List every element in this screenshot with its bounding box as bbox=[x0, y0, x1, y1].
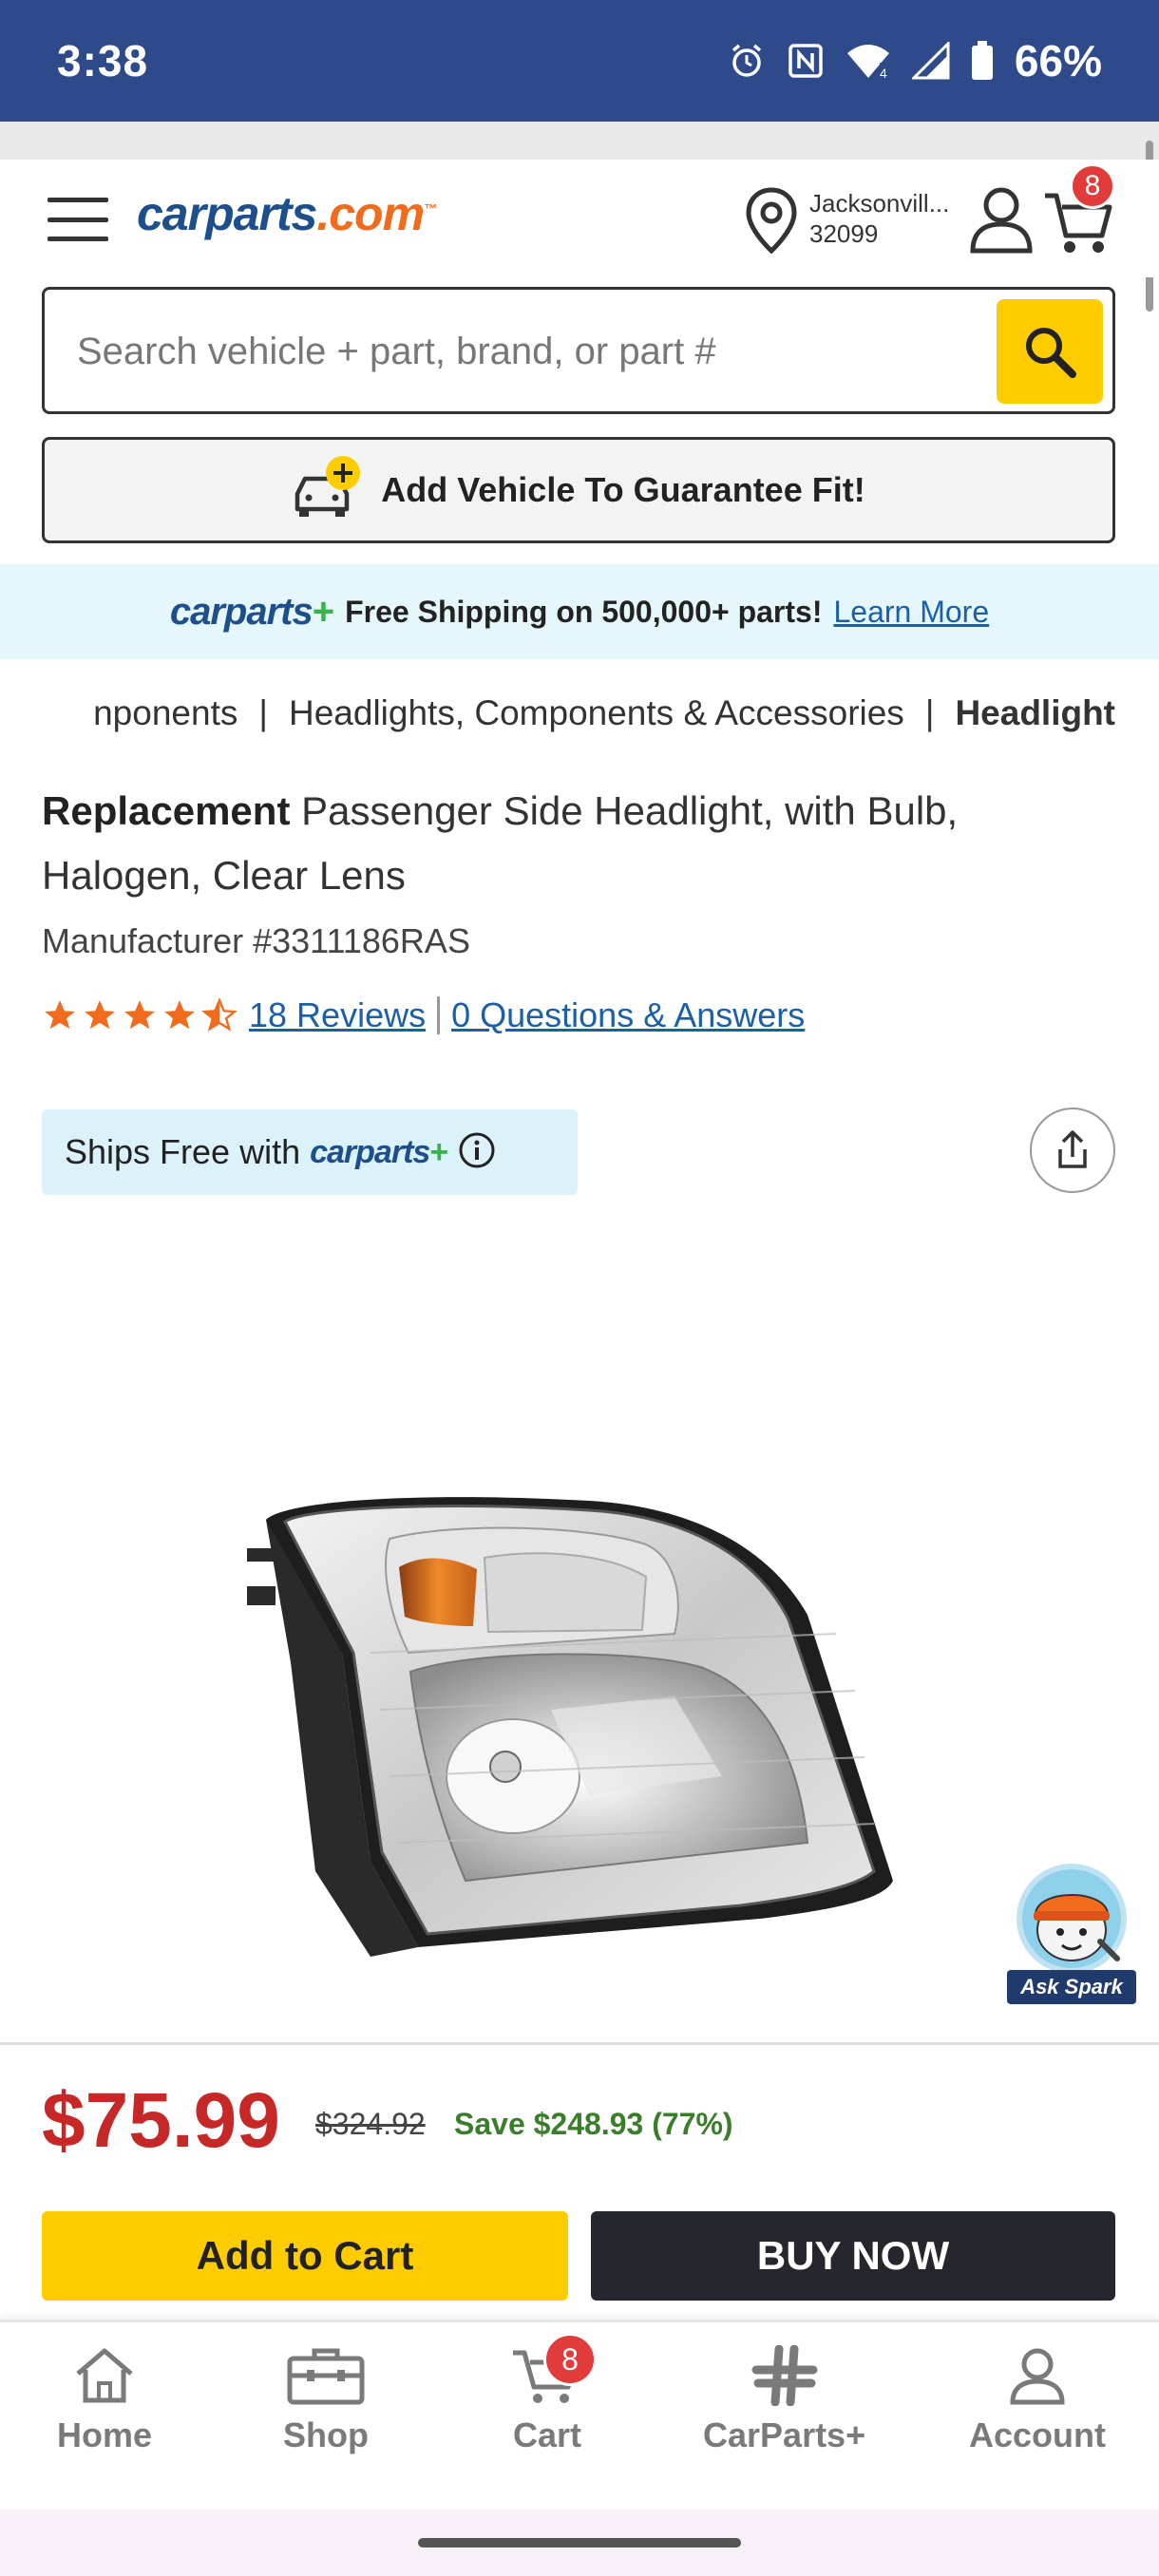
sale-price: $75.99 bbox=[42, 2077, 280, 2164]
star-rating[interactable] bbox=[42, 997, 238, 1033]
status-time: 3:38 bbox=[57, 36, 149, 85]
share-button[interactable] bbox=[1030, 1108, 1115, 1193]
ships-free-badge: Ships Free with carparts+ bbox=[42, 1109, 578, 1195]
breadcrumb-current: Headlight bbox=[955, 693, 1115, 732]
cart-count-badge: 8 bbox=[1070, 163, 1115, 209]
location-selector[interactable]: Jacksonvill... 32099 bbox=[809, 188, 961, 249]
nav-home-label: Home bbox=[57, 2415, 153, 2454]
ask-spark-label: Ask Spark bbox=[1007, 1970, 1136, 2004]
home-gesture-bar[interactable] bbox=[418, 2538, 741, 2548]
menu-icon-line bbox=[48, 198, 108, 202]
questions-link[interactable]: 0 Questions & Answers bbox=[451, 995, 805, 1035]
status-bar: 3:38 4 66% bbox=[0, 0, 1159, 122]
status-icons: 4 66% bbox=[728, 35, 1102, 86]
carparts-plus-logo: carparts+ bbox=[169, 590, 334, 633]
user-account-icon[interactable] bbox=[967, 182, 1036, 259]
nav-cart-label: Cart bbox=[512, 2415, 582, 2454]
ask-spark-button[interactable]: Ask Spark bbox=[1007, 1862, 1136, 2004]
breadcrumb-item[interactable]: nponents bbox=[93, 693, 238, 733]
page-top-strip bbox=[0, 122, 1159, 160]
location-zip: 32099 bbox=[809, 219, 879, 248]
logo-suffix: .com bbox=[316, 187, 425, 240]
reviews-link[interactable]: 18 Reviews bbox=[249, 995, 426, 1035]
search-icon bbox=[1026, 328, 1076, 378]
menu-icon-line bbox=[48, 217, 108, 222]
link-separator bbox=[437, 996, 441, 1034]
home-icon bbox=[76, 2348, 133, 2403]
search-input[interactable] bbox=[77, 318, 932, 385]
toolbox-icon bbox=[287, 2348, 365, 2405]
site-header: carparts.com™ Jacksonvill... 32099 bbox=[0, 160, 1159, 277]
buy-now-button[interactable]: BUY NOW bbox=[591, 2211, 1115, 2301]
nav-carparts-plus[interactable]: CarParts+ bbox=[703, 2345, 865, 2455]
add-vehicle-icon bbox=[292, 452, 364, 529]
product-brand: Replacement bbox=[42, 788, 291, 833]
star-icon bbox=[45, 1000, 75, 1030]
nav-cart-badge: 8 bbox=[543, 2333, 597, 2386]
star-icon bbox=[164, 1000, 195, 1030]
logo-tm: ™ bbox=[424, 200, 437, 217]
carparts-plus-logo: carparts+ bbox=[310, 1133, 448, 1170]
location-city: Jacksonvill... bbox=[809, 189, 950, 218]
battery-icon bbox=[971, 41, 994, 81]
signal-icon bbox=[911, 42, 950, 80]
menu-button[interactable] bbox=[48, 198, 108, 241]
original-price: $324.92 bbox=[315, 2107, 426, 2141]
search-button[interactable] bbox=[997, 299, 1103, 404]
plus-icon: + bbox=[429, 1133, 448, 1170]
location-pin-icon[interactable] bbox=[743, 186, 800, 259]
manufacturer-number: Manufacturer #3311186RAS bbox=[42, 921, 470, 960]
battery-percent: 66% bbox=[1014, 36, 1102, 85]
product-title: Replacement Passenger Side Headlight, wi… bbox=[42, 779, 1115, 908]
add-vehicle-button[interactable]: Add Vehicle To Guarantee Fit! bbox=[42, 437, 1115, 543]
free-shipping-text: Free Shipping on 500,000+ parts! bbox=[345, 594, 823, 629]
savings-text: Save $248.93 (77%) bbox=[454, 2107, 733, 2141]
add-vehicle-label: Add Vehicle To Guarantee Fit! bbox=[381, 470, 865, 509]
product-image[interactable] bbox=[228, 1463, 931, 1976]
half-star-icon bbox=[201, 997, 238, 1032]
logo-main: carparts bbox=[137, 187, 317, 240]
alarm-icon bbox=[728, 42, 766, 80]
nfc-icon bbox=[787, 42, 825, 80]
share-icon bbox=[1058, 1130, 1087, 1168]
star-icon bbox=[124, 1000, 155, 1030]
carparts-logo[interactable]: carparts.com™ bbox=[137, 186, 437, 241]
learn-more-link[interactable]: Learn More bbox=[833, 595, 989, 630]
breadcrumb-separator: | bbox=[924, 693, 935, 732]
breadcrumb-item[interactable]: Headlights, Components & Accessories bbox=[289, 693, 904, 733]
plus-icon: + bbox=[312, 590, 334, 633]
svg-text:4: 4 bbox=[880, 66, 887, 80]
account-icon bbox=[1010, 2348, 1065, 2405]
breadcrumb: nponents | Headlights, Components & Acce… bbox=[0, 693, 1159, 741]
ships-free-text: Ships Free with bbox=[65, 1132, 301, 1171]
carparts-plus-icon bbox=[751, 2345, 818, 2406]
nav-carparts-plus-label: CarParts+ bbox=[703, 2415, 866, 2454]
menu-icon-line bbox=[48, 237, 108, 241]
divider bbox=[0, 2042, 1159, 2045]
nav-account-label: Account bbox=[969, 2415, 1106, 2454]
star-icon bbox=[85, 1000, 115, 1030]
search-bar bbox=[42, 287, 1115, 414]
wifi-icon: 4 bbox=[846, 42, 891, 80]
add-to-cart-button[interactable]: Add to Cart bbox=[42, 2211, 568, 2301]
nav-account[interactable]: Account bbox=[969, 2345, 1106, 2455]
breadcrumb-separator: | bbox=[258, 693, 268, 732]
nav-home[interactable]: Home bbox=[57, 2345, 152, 2455]
spark-mascot-icon bbox=[1016, 1864, 1127, 1974]
info-icon[interactable] bbox=[457, 1130, 497, 1175]
rating-row: 18 Reviews 0 Questions & Answers bbox=[42, 995, 805, 1035]
nav-shop[interactable]: Shop bbox=[283, 2345, 369, 2455]
nav-shop-label: Shop bbox=[283, 2415, 369, 2454]
free-shipping-banner: carparts+ Free Shipping on 500,000+ part… bbox=[0, 564, 1159, 659]
